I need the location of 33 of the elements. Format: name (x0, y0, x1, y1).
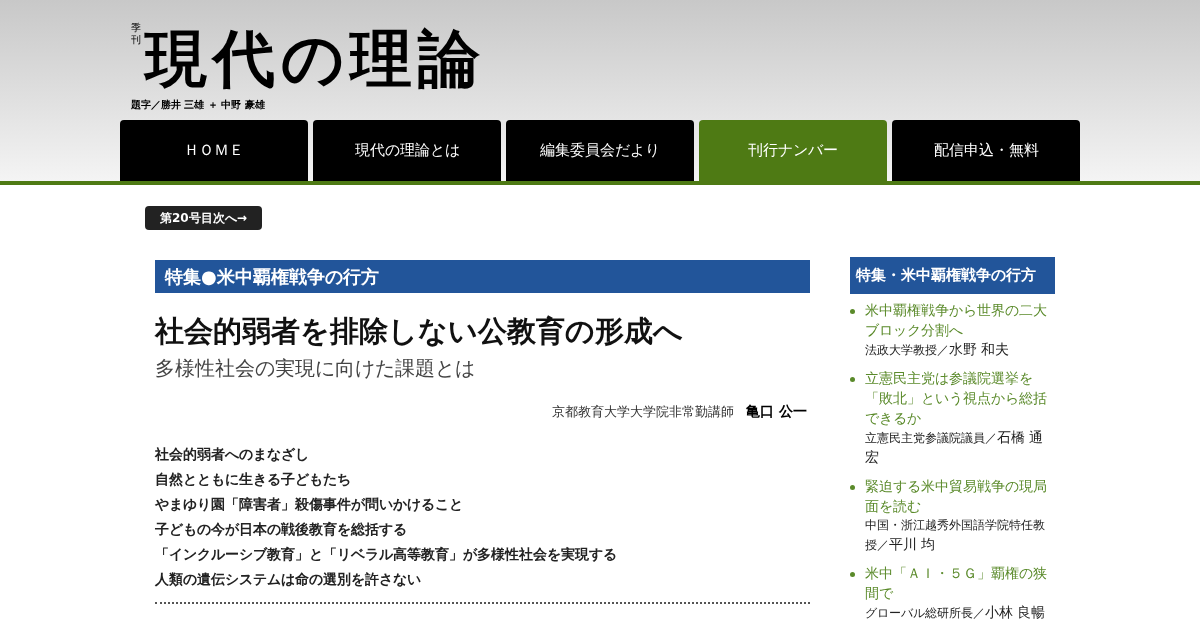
contents-item: 子どもの今が日本の戦後教育を総括する (155, 520, 408, 539)
logo-credit: 題字／勝井 三雄 ＋ 中野 豪雄 (131, 98, 265, 112)
contents-item: 「インクルーシブ教育」と「リベラル高等教育」が多様性社会を実現する (155, 545, 618, 564)
contents-item: 自然とともに生きる子どもたち (155, 470, 352, 489)
author-line: 中国・浙江越秀外国語学院特任教授／平川 均 (865, 516, 1046, 554)
author-line: 立憲民主党参議院議員／石橋 通宏 (865, 427, 1045, 467)
bullet-icon (850, 376, 855, 382)
bullet-icon (850, 308, 855, 314)
author-line: グローバル総研所長／小林 良暢 (865, 602, 1047, 622)
nav-tab[interactable]: 刊行ナンバー (699, 120, 887, 181)
nav-tab[interactable]: ＨＯＭＥ (120, 120, 308, 181)
section-heading: 特集●米中覇権戦争の行方 (155, 260, 810, 293)
article-link[interactable]: 米中「ＡＩ・５Ｇ」覇権の狭間で (865, 562, 1055, 603)
article-link[interactable]: 米中覇権戦争から世界の二大ブロック分割へ (865, 299, 1055, 340)
logo-title: 現代の理論 (145, 26, 486, 92)
nav-tab[interactable]: 現代の理論とは (313, 120, 501, 181)
contents-item: やまゆり園「障害者」殺傷事件が問いかけること (155, 495, 464, 514)
article-link[interactable]: 立憲民主党は参議院選挙を「敗北」という視点から総括できるか (865, 367, 1055, 428)
author-line: 法政大学教授／水野 和夫 (865, 339, 1011, 359)
nav-tab[interactable]: 配信申込・無料 (892, 120, 1080, 181)
bullet-icon (850, 484, 855, 490)
sidebar-heading: 特集・米中覇権戦争の行方 (850, 257, 1055, 294)
article-subtitle: 多様性社会の実現に向けた課題とは (155, 355, 476, 382)
contents-item: 社会的弱者へのまなざし (155, 445, 310, 464)
bullet-icon (850, 571, 855, 577)
nav-tab[interactable]: 編集委員会だより (506, 120, 694, 181)
article-title: 社会的弱者を排除しない公教育の形成へ (155, 313, 684, 349)
contents-item: 人類の遺伝システムは命の選別を許さない (155, 570, 422, 589)
logo-prefix: 季刊 (131, 22, 141, 46)
article-link[interactable]: 緊迫する米中貿易戦争の現局面を読む (865, 475, 1055, 516)
back-link[interactable]: 第20号目次へ→ (145, 206, 262, 230)
author-affiliation: 京都教育大学大学院非常勤講師 (552, 403, 735, 421)
author-name: 亀口 公一 (746, 402, 807, 421)
